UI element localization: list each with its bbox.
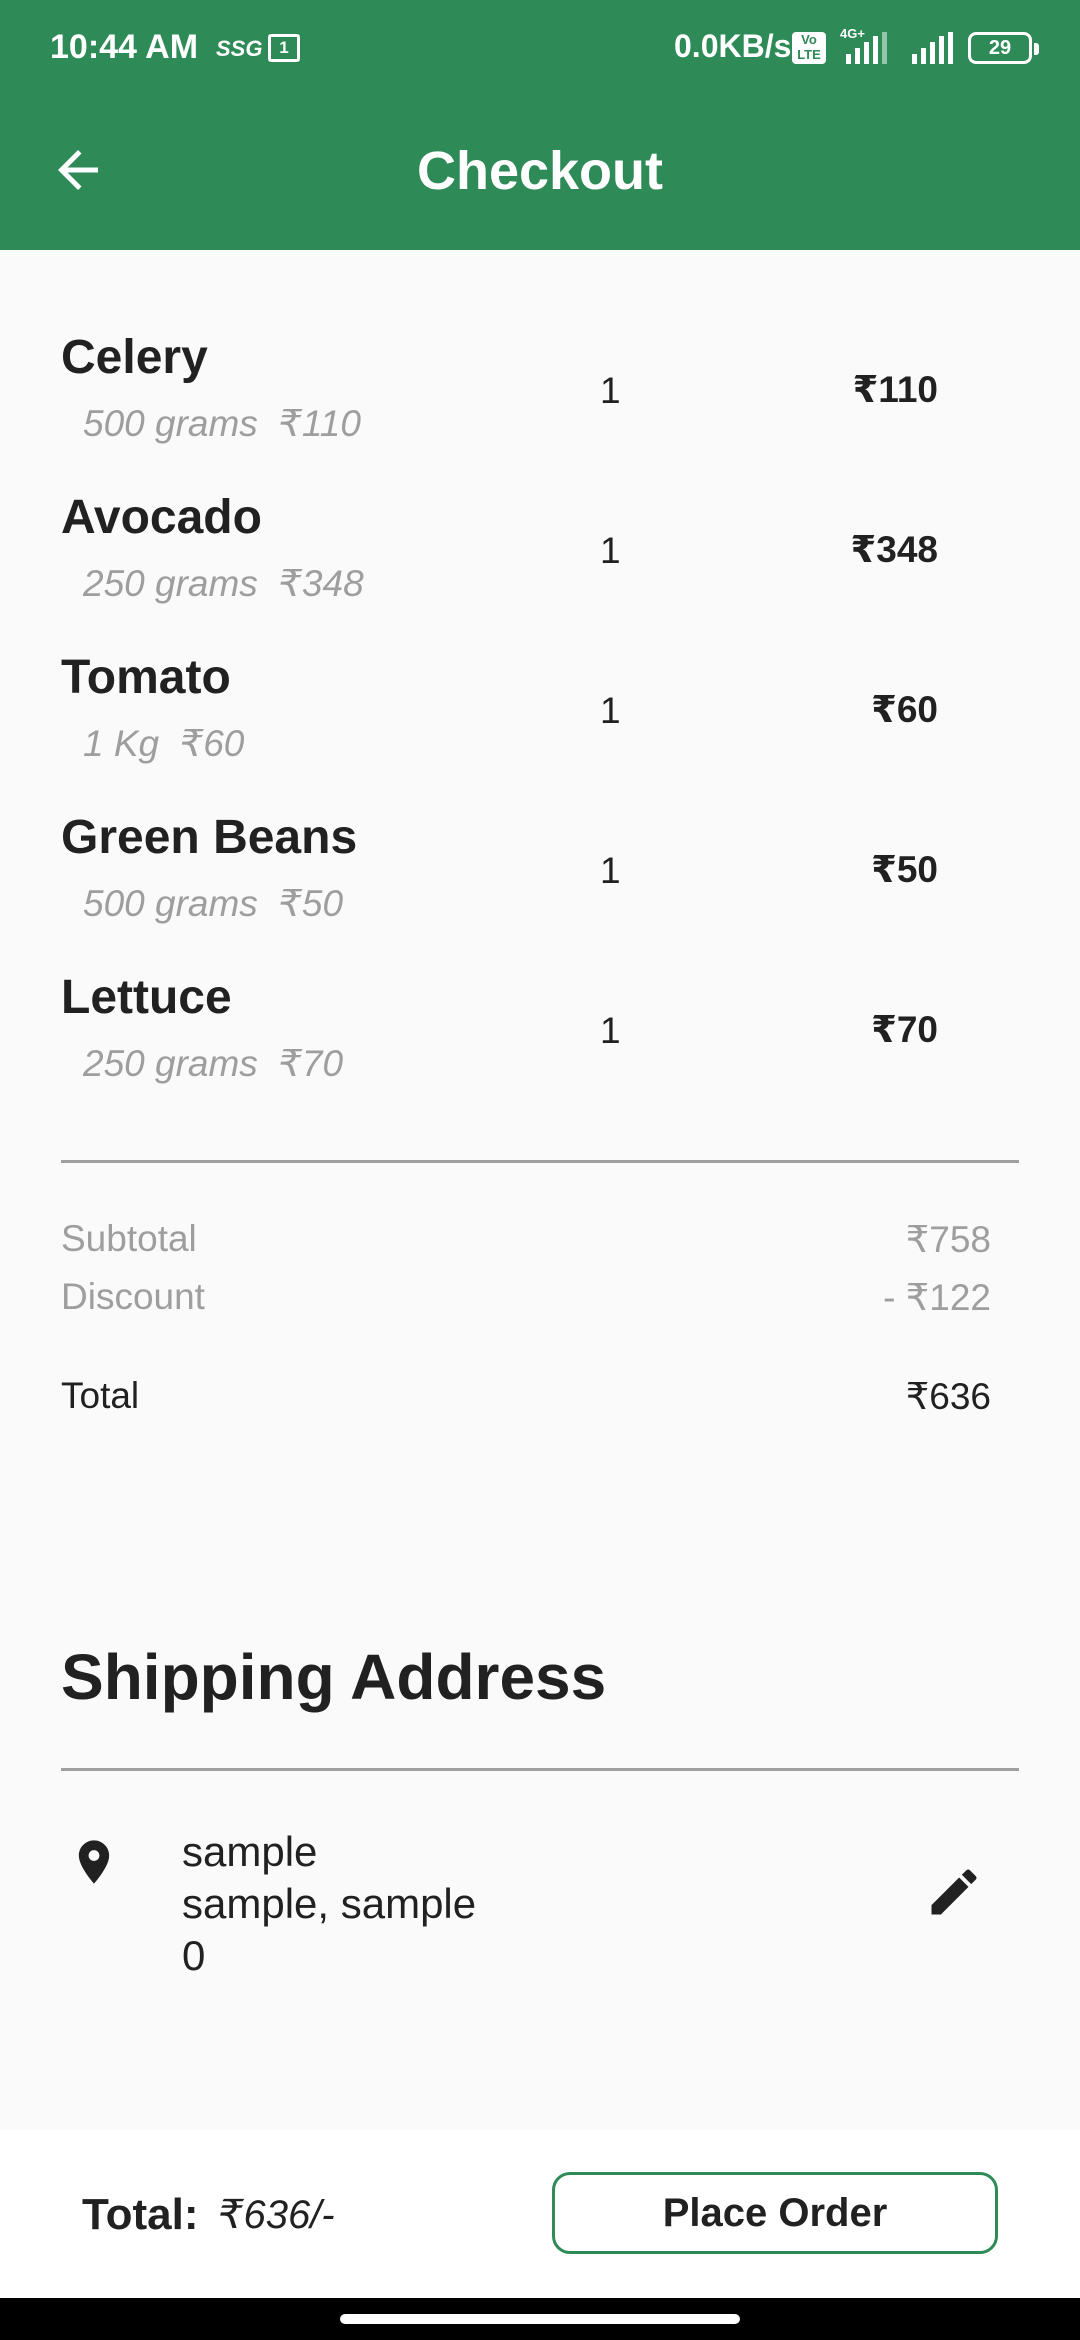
- discount-label: Discount: [61, 1276, 205, 1317]
- shipping-divider: [61, 1768, 1019, 1771]
- item-weight: 250 grams: [83, 1043, 258, 1084]
- shipping-address-text: sample sample, sample 0: [182, 1826, 476, 1982]
- address-line-3: 0: [182, 1932, 206, 1979]
- item-price: ₹110: [852, 369, 938, 410]
- item-price: ₹50: [871, 849, 938, 890]
- item-quantity: 1: [600, 1010, 621, 1051]
- total-value: ₹636: [905, 1376, 991, 1417]
- item-weight: 1 Kg: [83, 723, 160, 764]
- subtotal-label: Subtotal: [61, 1218, 197, 1259]
- item-detail: 250 grams ₹70: [83, 1042, 343, 1085]
- address-line-1: sample: [182, 1828, 318, 1875]
- cart-item: Lettuce 250 grams ₹70 1 ₹70: [0, 970, 1080, 1130]
- item-name: Green Beans: [61, 811, 358, 864]
- speed-indicator-icon: SSG: [216, 36, 263, 61]
- item-price: ₹348: [850, 529, 938, 570]
- item-name: Lettuce: [61, 971, 232, 1024]
- cart-item: Avocado 250 grams ₹348 1 ₹348: [0, 490, 1080, 650]
- signal-strength-icon: [846, 32, 887, 64]
- item-weight: 250 grams: [83, 563, 258, 604]
- item-weight: 500 grams: [83, 883, 258, 924]
- network-speed: 0.0KB/s: [674, 28, 792, 64]
- item-detail: 500 grams ₹110: [83, 402, 361, 445]
- total-label: Total: [61, 1375, 140, 1416]
- item-price: ₹60: [871, 689, 938, 730]
- item-unit-price: ₹50: [278, 883, 344, 924]
- battery-icon: 29: [968, 32, 1039, 64]
- discount-row: Discount - ₹122: [61, 1276, 991, 1319]
- calendar-icon: 1: [268, 34, 300, 62]
- place-order-button[interactable]: Place Order: [552, 2172, 998, 2254]
- discount-value: - ₹122: [883, 1277, 991, 1318]
- volte-icon: Vo LTE: [792, 32, 826, 64]
- home-gesture-handle[interactable]: [340, 2314, 740, 2324]
- cart-item: Celery 500 grams ₹110 1 ₹110: [0, 330, 1080, 490]
- item-name: Avocado: [61, 491, 262, 544]
- item-weight: 500 grams: [83, 403, 258, 444]
- item-quantity: 1: [600, 850, 621, 891]
- item-detail: 1 Kg ₹60: [83, 722, 244, 765]
- cart-item: Tomato 1 Kg ₹60 1 ₹60: [0, 650, 1080, 810]
- item-unit-price: ₹60: [179, 723, 245, 764]
- status-bar: 10:44 AM SSG 1 0.0KB/s Vo LTE 4G+ 29: [0, 0, 1080, 96]
- app-header: 10:44 AM SSG 1 0.0KB/s Vo LTE 4G+ 29 Che…: [0, 0, 1080, 250]
- address-line-2: sample, sample: [182, 1880, 477, 1927]
- summary-divider: [61, 1160, 1019, 1163]
- item-detail: 250 grams ₹348: [83, 562, 364, 605]
- signal-strength-icon-2: [912, 32, 953, 64]
- item-unit-price: ₹348: [278, 563, 364, 604]
- bottom-total-label: Total:: [82, 2190, 199, 2239]
- system-nav-bar: [0, 2298, 1080, 2340]
- item-price: ₹70: [871, 1009, 938, 1050]
- item-quantity: 1: [600, 530, 621, 571]
- total-row: Total ₹636: [61, 1375, 991, 1418]
- item-quantity: 1: [600, 370, 621, 411]
- item-quantity: 1: [600, 690, 621, 731]
- item-name: Tomato: [61, 651, 231, 704]
- item-detail: 500 grams ₹50: [83, 882, 343, 925]
- edit-pencil-icon[interactable]: [924, 1862, 984, 1922]
- bottom-total-value: ₹636/-: [218, 2193, 335, 2237]
- page-title: Checkout: [416, 141, 664, 201]
- subtotal-value: ₹758: [905, 1219, 991, 1260]
- location-pin-icon: [68, 1832, 120, 1892]
- cart-item-list: Celery 500 grams ₹110 1 ₹110 Avocado 250…: [0, 330, 1080, 1130]
- item-unit-price: ₹110: [278, 403, 361, 444]
- cart-item: Green Beans 500 grams ₹50 1 ₹50: [0, 810, 1080, 970]
- status-time: 10:44 AM: [50, 28, 199, 66]
- subtotal-row: Subtotal ₹758: [61, 1218, 991, 1261]
- shipping-address-title: Shipping Address: [61, 1641, 607, 1713]
- item-unit-price: ₹70: [278, 1043, 344, 1084]
- item-name: Celery: [61, 331, 208, 384]
